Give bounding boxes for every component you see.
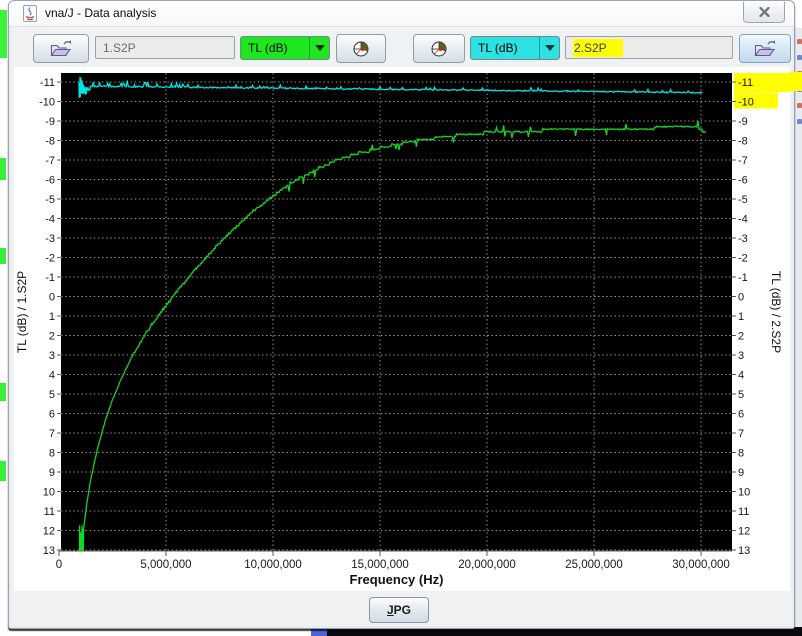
svg-text:2: 2 [738, 331, 744, 343]
right-axis-highlight-overflow [789, 72, 802, 91]
svg-text:2: 2 [49, 331, 55, 343]
svg-text:0: 0 [56, 559, 62, 571]
channel-right-value: TL (dB) [471, 37, 539, 59]
desktop: { "window": { "title": "vna/J - Data ana… [0, 0, 802, 636]
svg-text:30,000,000: 30,000,000 [672, 559, 730, 571]
open-folder-icon [49, 39, 73, 58]
svg-text:-5: -5 [45, 194, 55, 206]
x-axis-title: Frequency (Hz) [350, 572, 444, 587]
svg-text:12: 12 [738, 526, 750, 538]
background-green-strip [0, 10, 7, 58]
svg-text:3: 3 [49, 350, 55, 362]
marker-right-button[interactable] [413, 34, 465, 63]
background-window-scroll-strip [794, 28, 802, 627]
svg-text:8: 8 [49, 448, 55, 460]
channel-left-value: TL (dB) [241, 37, 309, 59]
svg-text:10,000,000: 10,000,000 [244, 559, 302, 571]
background-green-blob [0, 248, 6, 264]
svg-text:6: 6 [738, 409, 744, 421]
svg-text:8: 8 [738, 448, 744, 460]
channel-left-combobox[interactable]: TL (dB) [240, 36, 330, 60]
svg-text:-10: -10 [39, 97, 55, 109]
file2-field[interactable]: 2.S2P [565, 36, 733, 59]
svg-text:4: 4 [738, 370, 744, 382]
svg-text:10: 10 [43, 487, 55, 499]
y-axis-title-left: TL (dB) / 1.S2P [15, 271, 29, 353]
svg-text:-4: -4 [45, 214, 55, 226]
java-app-icon [22, 5, 38, 22]
svg-text:13: 13 [43, 545, 55, 557]
file1-field[interactable]: 1.S2P [95, 36, 235, 59]
svg-text:13: 13 [738, 545, 750, 557]
svg-text:-2: -2 [45, 253, 55, 265]
svg-text:-9: -9 [45, 116, 55, 128]
title-bar[interactable]: vna/J - Data analysis [9, 1, 794, 27]
svg-text:9: 9 [49, 467, 55, 479]
svg-text:-11: -11 [40, 77, 55, 89]
svg-text:-3: -3 [738, 233, 748, 245]
svg-text:-7: -7 [45, 155, 55, 167]
chart-svg[interactable]: 0 5,000,000 10,000,000 15,000,000 20,000,000… [14, 67, 790, 591]
svg-text:5,000,000: 5,000,000 [140, 559, 191, 571]
svg-text:-4: -4 [738, 214, 748, 226]
marker-disc-icon [352, 40, 370, 58]
svg-text:10: 10 [738, 487, 750, 499]
marker-disc-icon [430, 40, 448, 58]
background-green-blob [0, 158, 6, 180]
file2-value-highlighted: 2.S2P [573, 39, 623, 57]
y-axis-title-right: TL (dB) / 2.S2P [769, 271, 783, 353]
svg-text:15,000,000: 15,000,000 [351, 559, 409, 571]
jpg-label: J [387, 603, 394, 617]
svg-text:7: 7 [738, 428, 744, 440]
svg-text:5: 5 [738, 389, 744, 401]
svg-text:9: 9 [738, 467, 744, 479]
svg-text:20,000,000: 20,000,000 [458, 559, 516, 571]
svg-text:5: 5 [49, 389, 55, 401]
svg-text:1: 1 [49, 311, 55, 323]
background-green-blob [0, 461, 6, 481]
svg-text:11: 11 [738, 506, 749, 518]
svg-text:1: 1 [738, 311, 744, 323]
svg-text:-9: -9 [738, 116, 748, 128]
app-window: vna/J - Data analysis 1.S2P TL (dB) [8, 0, 795, 629]
svg-text:-3: -3 [45, 233, 55, 245]
svg-text:6: 6 [49, 409, 55, 421]
svg-text:-1: -1 [738, 272, 748, 284]
svg-text:7: 7 [49, 428, 55, 440]
channel-right-combobox[interactable]: TL (dB) [470, 36, 560, 60]
svg-text:-1: -1 [45, 272, 55, 284]
open-file-left-button[interactable] [33, 34, 89, 63]
background-green-blob [0, 383, 6, 401]
svg-text:-6: -6 [45, 175, 55, 187]
svg-text:-7: -7 [738, 155, 748, 167]
svg-text:11: 11 [44, 506, 55, 518]
svg-text:12: 12 [43, 526, 55, 538]
open-folder-icon [753, 39, 777, 58]
svg-text:0: 0 [49, 292, 55, 304]
svg-text:25,000,000: 25,000,000 [565, 559, 623, 571]
svg-text:-10: -10 [738, 97, 754, 109]
chevron-down-icon[interactable] [309, 37, 329, 59]
svg-text:0: 0 [738, 292, 744, 304]
chevron-down-icon[interactable] [539, 37, 559, 59]
window-title: vna/J - Data analysis [45, 1, 156, 26]
svg-text:-8: -8 [738, 136, 748, 148]
svg-text:-11: -11 [738, 77, 753, 89]
open-file-right-button[interactable] [739, 34, 791, 63]
svg-text:-5: -5 [738, 194, 748, 206]
file1-value: 1.S2P [103, 41, 136, 55]
svg-text:3: 3 [738, 350, 744, 362]
close-icon [759, 7, 770, 17]
svg-text:4: 4 [49, 370, 55, 382]
svg-text:-6: -6 [738, 175, 748, 187]
marker-left-button[interactable] [336, 34, 386, 63]
svg-text:-8: -8 [45, 136, 55, 148]
svg-text:-2: -2 [738, 253, 748, 265]
close-button[interactable] [743, 1, 785, 23]
chart-panel[interactable]: 0 5,000,000 10,000,000 15,000,000 20,000,000… [14, 67, 790, 591]
export-jpg-button[interactable]: JPG [369, 597, 429, 623]
